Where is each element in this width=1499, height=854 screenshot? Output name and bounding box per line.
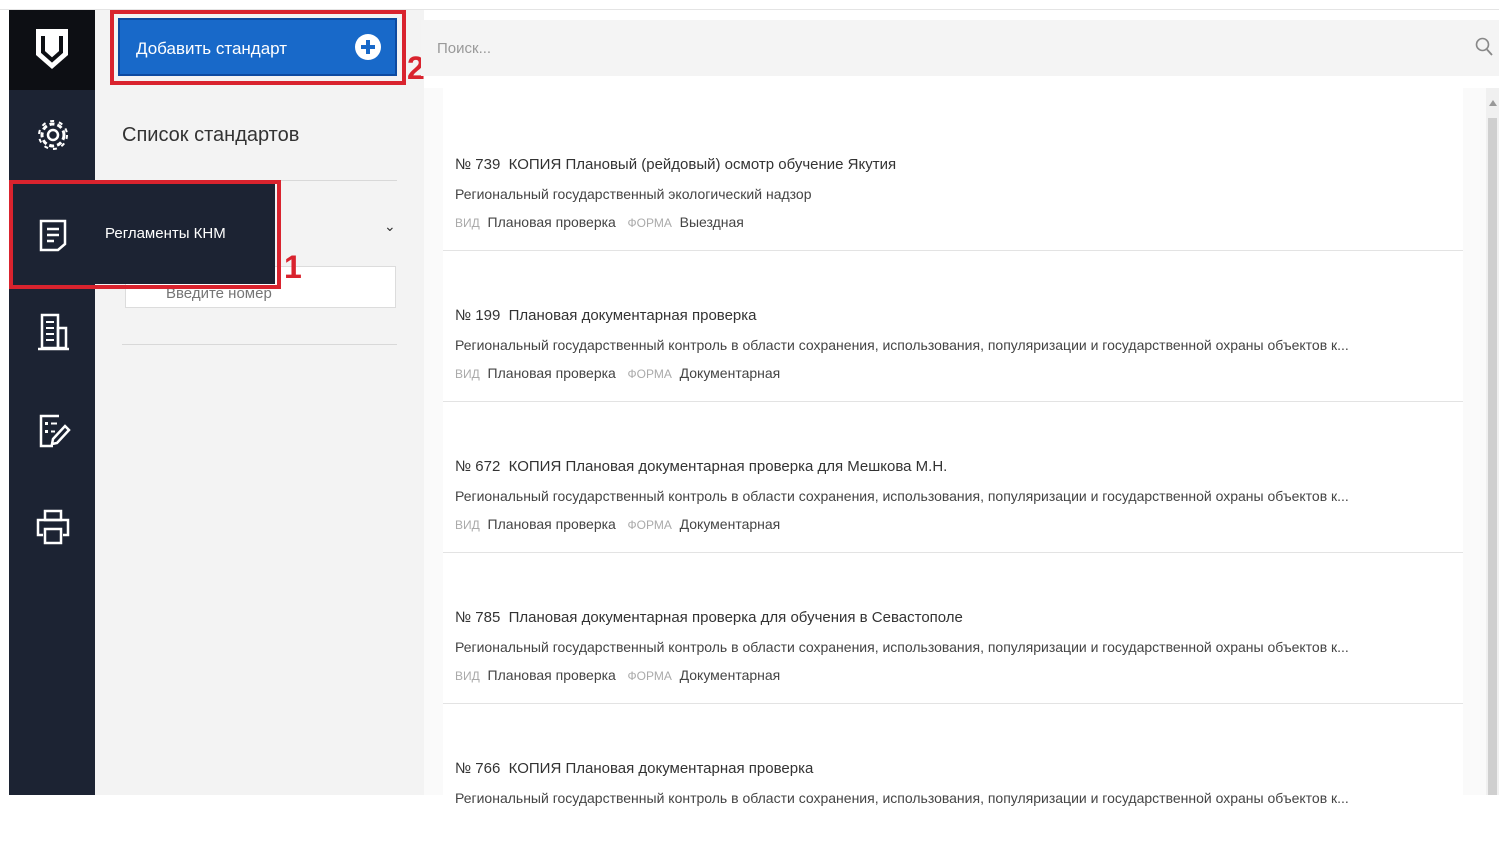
standard-subtitle: Региональный государственный контроль в … [455, 488, 1349, 504]
highlight-frame-2 [110, 10, 406, 85]
standard-title: КОПИЯ Плановая документарная проверка дл… [508, 458, 948, 475]
standard-number: № 766 [455, 760, 501, 777]
standard-card[interactable]: № 766 КОПИЯ Плановая документарная прове… [443, 704, 1463, 854]
standard-title: Плановая документарная проверка [508, 307, 757, 324]
search-input[interactable]: Поиск... [437, 40, 491, 57]
scroll-up-arrow-icon[interactable] [1489, 100, 1497, 106]
vid-label: ВИД [455, 518, 480, 532]
forma-value: Выездная [679, 214, 744, 230]
search-bar[interactable]: Поиск... [421, 20, 1499, 76]
top-border [0, 0, 1499, 10]
building-icon[interactable] [33, 312, 73, 352]
standard-subtitle: Региональный государственный контроль в … [455, 790, 1349, 806]
standard-number: № 672 [455, 458, 501, 475]
vid-label: ВИД [455, 367, 480, 381]
forma-value: Документарная [679, 667, 781, 683]
vid-value: Плановая проверка [487, 214, 616, 230]
checklist-edit-icon[interactable] [33, 410, 73, 450]
vid-label: ВИД [455, 669, 480, 683]
standard-title: КОПИЯ Плановый (рейдовый) осмотр обучени… [508, 156, 897, 173]
standards-list: № 739 КОПИЯ Плановый (рейдовый) осмотр о… [443, 88, 1463, 806]
forma-value: Документарная [679, 365, 781, 381]
divider [122, 344, 397, 345]
forma-label: ФОРМА [627, 669, 672, 683]
standard-card[interactable]: № 672 КОПИЯ Плановая документарная прове… [443, 402, 1463, 553]
settings-icon[interactable] [33, 115, 73, 155]
standard-number: № 785 [455, 609, 501, 626]
forma-label: ФОРМА [627, 216, 672, 230]
standard-card[interactable]: № 199 Плановая документарная проверка Ре… [443, 251, 1463, 402]
standard-title: Плановая документарная проверка для обуч… [508, 609, 963, 626]
printer-icon[interactable] [33, 507, 73, 547]
standard-card[interactable]: № 739 КОПИЯ Плановый (рейдовый) осмотр о… [443, 100, 1463, 251]
standard-subtitle: Региональный государственный экологическ… [455, 186, 812, 202]
search-icon[interactable] [1475, 37, 1493, 57]
vid-value: Плановая проверка [487, 516, 616, 532]
shield-logo-icon [36, 29, 68, 69]
vid-value: Плановая проверка [487, 667, 616, 683]
vid-value: Плановая проверка [487, 365, 616, 381]
forma-value: Документарная [679, 516, 781, 532]
vid-label: ВИД [455, 216, 480, 230]
scrollbar[interactable] [1486, 88, 1499, 795]
standards-list-title: Список стандартов [122, 124, 300, 146]
standard-number: № 739 [455, 156, 501, 173]
standard-title: КОПИЯ Плановая документарная проверка [508, 760, 814, 777]
standard-subtitle: Региональный государственный контроль в … [455, 639, 1349, 655]
scrollbar-thumb[interactable] [1488, 118, 1497, 795]
step-marker-1: 1 [284, 249, 302, 285]
highlight-frame-1 [9, 180, 281, 289]
app-logo[interactable] [9, 10, 95, 90]
chevron-down-icon[interactable]: ⌄ [384, 218, 396, 235]
forma-label: ФОРМА [627, 367, 672, 381]
forma-label: ФОРМА [627, 518, 672, 532]
standard-card[interactable]: № 785 Плановая документарная проверка дл… [443, 553, 1463, 704]
standard-subtitle: Региональный государственный контроль в … [455, 337, 1349, 353]
standard-number: № 199 [455, 307, 501, 324]
